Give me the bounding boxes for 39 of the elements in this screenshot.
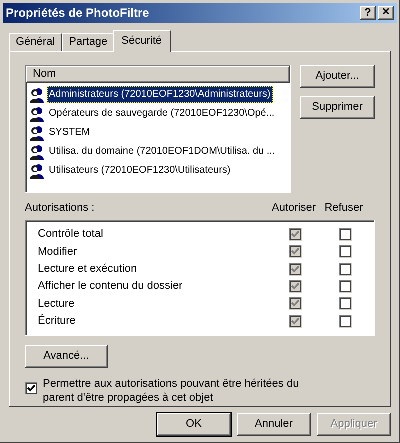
- column-label: Autoriser: [270, 200, 318, 216]
- users-icon: [29, 124, 45, 140]
- permission-name: Écriture: [38, 314, 77, 330]
- permission-name: Lecture et exécution: [38, 262, 138, 278]
- side-button[interactable]: Ajouter...: [300, 65, 375, 88]
- dialog-button[interactable]: OK: [157, 413, 231, 436]
- help-button[interactable]: ?: [360, 6, 376, 20]
- inherit-label: Permettre aux autorisations pouvant être héritées du parent d'être propagées à cet objet: [43, 377, 300, 405]
- advanced-button[interactable]: Avancé...: [25, 345, 108, 368]
- tab[interactable]: Sécurité: [112, 30, 172, 52]
- column-label: Refuser: [324, 200, 364, 216]
- list-item[interactable]: Utilisateurs (72010EOF1230\Utilisateurs): [47, 162, 233, 179]
- dialog-button[interactable]: Annuler: [237, 413, 311, 436]
- close-button[interactable]: ✕: [378, 6, 394, 20]
- permission-name: Modifier: [38, 244, 78, 260]
- checkbox[interactable]: [338, 245, 352, 258]
- checkbox[interactable]: [338, 280, 352, 294]
- tab[interactable]: Partage: [62, 33, 115, 51]
- checkbox[interactable]: [338, 262, 352, 276]
- list-item[interactable]: Utilisa. du domaine (72010EOF1DOM\Utilisa. du ...: [47, 143, 278, 160]
- checkbox[interactable]: [338, 314, 352, 328]
- users-icon: [29, 86, 45, 102]
- permission-name: Lecture: [38, 296, 76, 312]
- checkbox[interactable]: [338, 228, 352, 242]
- permission-name: Afficher le contenu du dossier: [38, 279, 184, 294]
- list-item[interactable]: Opérateurs de sauvegarde (72010EOF1230\Opé...: [47, 105, 277, 122]
- list-item[interactable]: SYSTEM: [47, 124, 92, 141]
- users-icon: [29, 106, 45, 122]
- side-button[interactable]: Supprimer: [300, 96, 375, 119]
- list-item[interactable]: Administrateurs (72010EOF1230\Administrateurs): [47, 86, 273, 103]
- users-icon: [29, 144, 45, 160]
- permissions-label: Autorisations :: [25, 200, 96, 216]
- users-icon: [29, 162, 45, 178]
- window-title: Propriétés de PhotoFiltre: [6, 5, 150, 22]
- tab[interactable]: Général: [9, 33, 62, 51]
- checkbox[interactable]: [338, 297, 352, 310]
- column-header: Nom: [26, 66, 290, 83]
- permission-name: Contrôle total: [38, 227, 104, 242]
- checkbox[interactable]: [25, 382, 38, 395]
